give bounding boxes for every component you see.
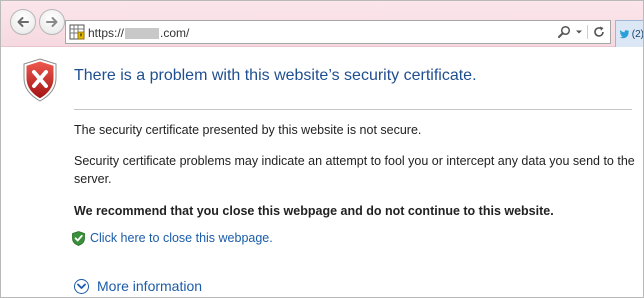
browser-window: https:// .com/ (2) There is a problem wi… — [0, 0, 644, 298]
url-suffix: .com/ — [160, 26, 190, 40]
more-information-label[interactable]: More information — [97, 278, 202, 294]
divider — [74, 109, 632, 110]
certificate-problem-explanation: Security certificate problems may indica… — [74, 154, 635, 186]
browser-toolbar: https:// .com/ (2) — [1, 1, 644, 47]
check-shield-icon — [72, 230, 85, 246]
more-information-toggle[interactable]: More information — [74, 276, 202, 296]
back-arrow-icon — [17, 17, 29, 27]
recommendation-text: We recommend that you close this webpage… — [74, 204, 554, 218]
url-text[interactable]: https:// .com/ — [88, 25, 189, 41]
search-icon[interactable] — [557, 25, 571, 39]
twitter-bird-icon — [619, 30, 629, 39]
tab-count: (2) — [631, 28, 644, 40]
chevron-down-circle-icon — [74, 278, 89, 294]
url-redacted-block — [125, 27, 160, 39]
browser-tab[interactable]: (2) — [615, 20, 644, 47]
back-button[interactable] — [10, 9, 36, 35]
close-webpage-link-text[interactable]: Click here to close this webpage. — [90, 231, 273, 245]
chevron-down-icon[interactable] — [575, 28, 583, 36]
certificate-error-icon[interactable] — [69, 24, 85, 40]
forward-button[interactable] — [39, 9, 65, 35]
address-bar[interactable]: https:// .com/ — [65, 20, 611, 44]
refresh-icon[interactable] — [592, 25, 606, 39]
close-webpage-link[interactable]: Click here to close this webpage. — [72, 229, 273, 247]
error-shield-icon — [23, 58, 57, 102]
certificate-not-secure-text: The security certificate presented by th… — [74, 123, 422, 137]
forward-arrow-icon — [46, 17, 58, 27]
address-bar-tools — [557, 24, 606, 40]
toolbar-separator — [587, 25, 588, 39]
page-title: There is a problem with this website’s s… — [74, 67, 477, 84]
url-prefix: https:// — [88, 26, 125, 40]
